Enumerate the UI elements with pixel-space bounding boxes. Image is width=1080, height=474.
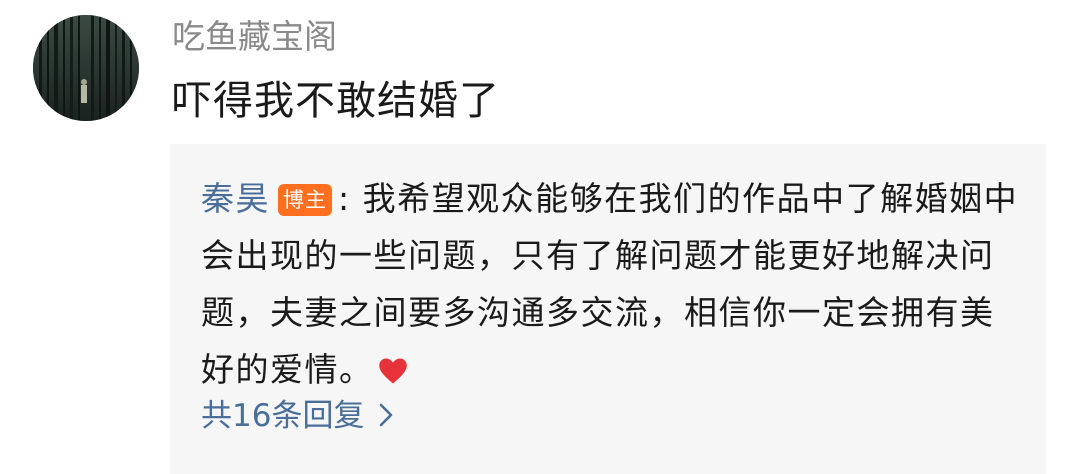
avatar-forest-icon [33, 15, 139, 121]
comment-username[interactable]: 吃鱼藏宝阁 [172, 17, 337, 57]
view-replies-link[interactable]: 共16条回复 [201, 396, 394, 436]
reply-author[interactable]: 秦昊 [201, 179, 270, 218]
comment-text: 吓得我不敢结婚了 [172, 78, 500, 124]
chevron-right-icon [380, 403, 393, 427]
reply-body: 秦昊 博主: 我希望观众能够在我们的作品中了解婚姻中会出现的一些问题，只有了解问题… [201, 170, 1021, 398]
author-badge: 博主 [278, 184, 332, 216]
reply-separator: : [338, 179, 363, 218]
reply-count-label: 共16条回复 [201, 398, 365, 434]
user-avatar[interactable] [33, 15, 139, 121]
reply-box[interactable]: 秦昊 博主: 我希望观众能够在我们的作品中了解婚姻中会出现的一些问题，只有了解问题… [170, 144, 1046, 474]
red-heart-icon [378, 358, 407, 384]
